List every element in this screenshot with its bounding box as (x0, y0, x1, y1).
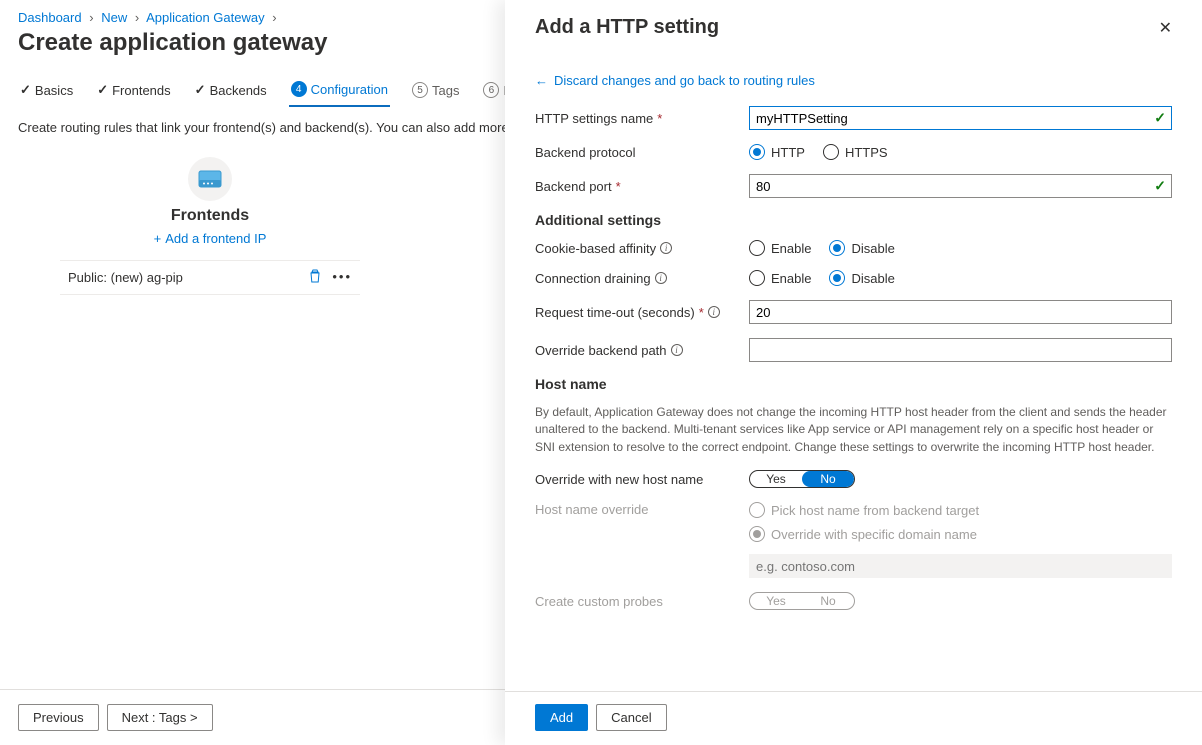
toggle-probes-no: No (802, 593, 854, 609)
hostname-description: By default, Application Gateway does not… (535, 404, 1172, 456)
breadcrumb-appgateway[interactable]: Application Gateway (146, 10, 265, 25)
backend-protocol-radiogroup: HTTP HTTPS (749, 144, 1172, 160)
label-cookie-affinity: Cookie-based affinity i (535, 241, 749, 256)
chevron-right-icon: › (272, 10, 276, 25)
info-icon[interactable]: i (671, 344, 683, 356)
check-icon: ✓ (20, 82, 31, 98)
label-request-timeout: Request time-out (seconds)* i (535, 305, 749, 320)
add-button[interactable]: Add (535, 704, 588, 731)
http-setting-panel: Add a HTTP setting ✕ ← Discard changes a… (505, 0, 1202, 745)
connection-draining-radiogroup: Enable Disable (749, 270, 1172, 286)
step-number-icon: 6 (483, 82, 499, 98)
discard-back-label: Discard changes and go back to routing r… (554, 73, 815, 88)
info-icon[interactable]: i (708, 306, 720, 318)
next-button[interactable]: Next : Tags > (107, 704, 213, 731)
info-icon[interactable]: i (655, 272, 667, 284)
specific-domain-input (749, 554, 1172, 578)
delete-icon[interactable] (308, 269, 322, 286)
radio-http[interactable]: HTTP (749, 144, 805, 160)
label-create-custom-probes: Create custom probes (535, 594, 749, 609)
label-hostname-override: Host name override (535, 502, 749, 517)
step-number-icon: 4 (291, 81, 307, 97)
frontends-column: Frontends + Add a frontend IP Public: (n… (60, 157, 360, 295)
tab-tags[interactable]: 5 Tags (410, 74, 461, 106)
previous-button[interactable]: Previous (18, 704, 99, 731)
more-icon[interactable]: ••• (332, 269, 352, 286)
radio-https[interactable]: HTTPS (823, 144, 888, 160)
tab-label: Basics (35, 83, 73, 98)
tab-backends[interactable]: ✓ Backends (193, 74, 269, 106)
cancel-button[interactable]: Cancel (596, 704, 666, 731)
wizard-footer: Previous Next : Tags > (0, 689, 505, 745)
radio-override-specific: Override with specific domain name (749, 526, 1172, 542)
hostname-heading: Host name (535, 376, 1172, 392)
backend-port-input[interactable] (749, 174, 1172, 198)
http-settings-name-input[interactable] (749, 106, 1172, 130)
tab-label: Tags (432, 83, 459, 98)
tab-label: Backends (210, 83, 267, 98)
panel-title: Add a HTTP setting (535, 16, 719, 39)
radio-pick-from-backend: Pick host name from backend target (749, 502, 1172, 518)
label-override-backend-path: Override backend path i (535, 343, 749, 358)
check-icon: ✓ (1154, 110, 1166, 127)
radio-cookie-disable[interactable]: Disable (829, 240, 894, 256)
info-icon[interactable]: i (660, 242, 672, 254)
frontends-heading: Frontends (171, 207, 249, 225)
tab-basics[interactable]: ✓ Basics (18, 74, 75, 106)
panel-footer: Add Cancel (505, 691, 1202, 745)
add-frontend-ip-link[interactable]: + Add a frontend IP (154, 231, 267, 246)
toggle-no[interactable]: No (802, 471, 854, 487)
chevron-right-icon: › (89, 10, 93, 25)
tab-label: Configuration (311, 82, 388, 97)
check-icon: ✓ (195, 82, 206, 98)
tab-configuration[interactable]: 4 Configuration (289, 73, 390, 107)
close-icon[interactable]: ✕ (1159, 18, 1172, 38)
add-frontend-ip-label: Add a frontend IP (165, 231, 266, 246)
create-custom-probes-toggle: Yes No (749, 592, 855, 610)
label-backend-port: Backend port* (535, 179, 749, 194)
breadcrumb-new[interactable]: New (101, 10, 127, 25)
cookie-affinity-radiogroup: Enable Disable (749, 240, 1172, 256)
radio-cookie-enable[interactable]: Enable (749, 240, 811, 256)
breadcrumb-dashboard[interactable]: Dashboard (18, 10, 82, 25)
check-icon: ✓ (97, 82, 108, 98)
override-hostname-toggle[interactable]: Yes No (749, 470, 855, 488)
frontends-icon (188, 157, 232, 201)
request-timeout-input[interactable] (749, 300, 1172, 324)
radio-drain-enable[interactable]: Enable (749, 270, 811, 286)
check-icon: ✓ (1154, 178, 1166, 195)
toggle-yes[interactable]: Yes (750, 471, 802, 487)
radio-drain-disable[interactable]: Disable (829, 270, 894, 286)
tab-label: Frontends (112, 83, 171, 98)
toggle-probes-yes: Yes (750, 593, 802, 609)
plus-icon: + (154, 231, 162, 246)
chevron-right-icon: › (135, 10, 139, 25)
frontend-ip-row: Public: (new) ag-pip ••• (60, 260, 360, 295)
override-backend-path-input[interactable] (749, 338, 1172, 362)
arrow-left-icon: ← (535, 73, 548, 88)
label-connection-draining: Connection draining i (535, 271, 749, 286)
label-override-hostname: Override with new host name (535, 472, 749, 487)
frontend-ip-label: Public: (new) ag-pip (68, 270, 183, 285)
tab-frontends[interactable]: ✓ Frontends (95, 74, 172, 106)
additional-settings-heading: Additional settings (535, 212, 1172, 228)
discard-back-link[interactable]: ← Discard changes and go back to routing… (535, 73, 1172, 88)
step-number-icon: 5 (412, 82, 428, 98)
label-http-settings-name: HTTP settings name* (535, 111, 749, 126)
label-backend-protocol: Backend protocol (535, 145, 749, 160)
